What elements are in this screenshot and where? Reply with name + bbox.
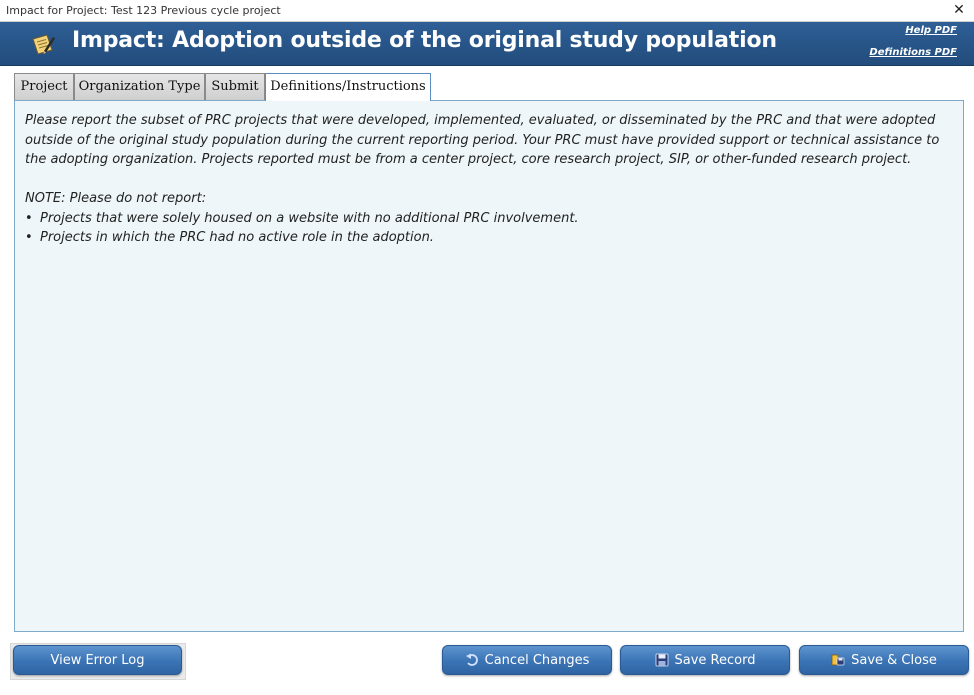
- list-item: • Projects in which the PRC had no activ…: [25, 228, 950, 248]
- save-exit-icon: [831, 654, 845, 666]
- close-icon[interactable]: ✕: [952, 2, 966, 18]
- view-error-log-label: View Error Log: [50, 652, 145, 668]
- instructions-text: Please report the subset of PRC projects…: [25, 111, 950, 248]
- tab-definitions-instructions[interactable]: Definitions/Instructions: [265, 73, 431, 101]
- intro-paragraph: Please report the subset of PRC projects…: [25, 113, 940, 167]
- bullet-icon: •: [25, 210, 33, 226]
- form-header: Impact: Adoption outside of the original…: [0, 22, 974, 66]
- tab-submit[interactable]: Submit: [205, 73, 265, 100]
- page-title: Impact: Adoption outside of the original…: [72, 28, 777, 53]
- undo-icon: [465, 653, 478, 666]
- save-record-button[interactable]: Save Record: [620, 645, 790, 675]
- tab-project[interactable]: Project: [14, 73, 74, 100]
- list-item-text: Projects that were solely housed on a we…: [40, 210, 579, 226]
- notepad-pencil-icon: [32, 34, 55, 55]
- tab-organization-type[interactable]: Organization Type: [74, 73, 205, 100]
- cancel-changes-label: Cancel Changes: [484, 652, 590, 668]
- bullet-icon: •: [25, 230, 33, 245]
- save-close-label: Save & Close: [851, 652, 937, 668]
- save-close-button[interactable]: Save & Close: [799, 645, 969, 675]
- view-error-log-button[interactable]: View Error Log: [13, 645, 182, 675]
- list-item-text: Projects in which the PRC had no active …: [40, 230, 434, 245]
- help-pdf-link[interactable]: Help PDF: [905, 25, 957, 36]
- window-title: Impact for Project: Test 123 Previous cy…: [6, 4, 281, 17]
- definitions-pdf-link[interactable]: Definitions PDF: [869, 47, 957, 58]
- floppy-disk-icon: [655, 653, 668, 667]
- save-record-label: Save Record: [674, 652, 756, 668]
- window-titlebar: Impact for Project: Test 123 Previous cy…: [0, 0, 974, 22]
- note-heading: NOTE: Please do not report:: [25, 191, 207, 206]
- cancel-changes-button[interactable]: Cancel Changes: [442, 645, 612, 675]
- list-item: • Projects that were solely housed on a …: [25, 209, 950, 229]
- instructions-panel: Please report the subset of PRC projects…: [14, 100, 964, 632]
